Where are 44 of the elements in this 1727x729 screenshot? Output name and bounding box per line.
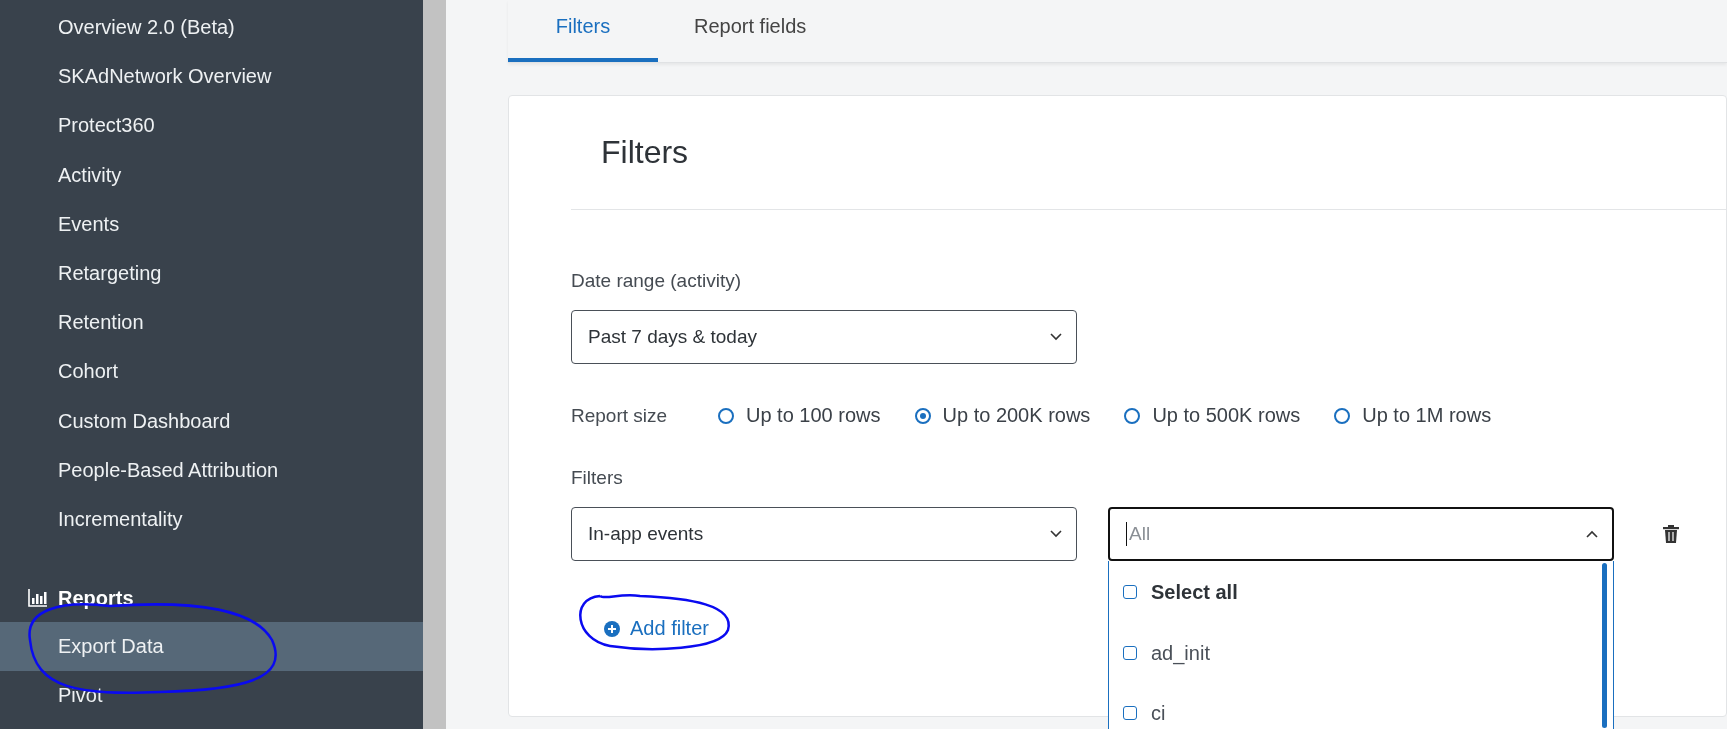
filter-type-select[interactable]: In-app events: [571, 507, 1077, 561]
radio-button[interactable]: [1124, 407, 1141, 424]
checkbox[interactable]: [1123, 646, 1137, 660]
radio-button[interactable]: [1334, 407, 1351, 424]
sidebar-item[interactable]: Retargeting: [0, 248, 423, 299]
date-range-select[interactable]: Past 7 days & today: [571, 310, 1077, 364]
card-title: Filters: [571, 96, 1726, 210]
sidebar-item[interactable]: Custom Dashboard: [0, 396, 423, 446]
radio-option[interactable]: Up to 100 rows: [718, 404, 881, 427]
sidebar-item[interactable]: People-Based Attribution: [0, 445, 423, 495]
radio-option[interactable]: Up to 200K rows: [914, 404, 1091, 427]
sidebar-item[interactable]: Activity: [0, 150, 423, 200]
radio-button[interactable]: [914, 407, 931, 424]
checkbox[interactable]: [1123, 585, 1137, 599]
sidebar-item[interactable]: Events: [0, 199, 423, 249]
trash-icon[interactable]: [1663, 525, 1679, 543]
sidebar-item[interactable]: Overview 2.0 (Beta): [0, 3, 423, 53]
filter-values-input[interactable]: All: [1127, 523, 1586, 545]
sidebar-item[interactable]: Incrementality: [0, 494, 423, 545]
field-label: Filters: [571, 467, 624, 489]
field-label: Date range (activity): [571, 270, 742, 292]
sidebar-item[interactable]: Export Data: [0, 622, 423, 672]
add-filter-link[interactable]: Add filter: [604, 617, 709, 640]
bar-chart-icon: [28, 589, 48, 608]
checkbox[interactable]: [1123, 706, 1137, 720]
sidebar-item[interactable]: SKAdNetwork Overview: [0, 52, 423, 102]
dropdown-option[interactable]: Select all: [1109, 561, 1613, 623]
sidebar-item[interactable]: Retention: [0, 298, 423, 348]
chevron-down-icon: [1050, 333, 1062, 341]
dropdown-option[interactable]: ad_init: [1109, 623, 1613, 683]
plus-circle-icon: [604, 620, 620, 637]
radio-button[interactable]: [718, 407, 734, 424]
radio-option[interactable]: Up to 500K rows: [1124, 404, 1301, 427]
tab[interactable]: Report fields: [658, 0, 843, 62]
chevron-down-icon: [1050, 530, 1062, 538]
sidebar-item[interactable]: Cohort: [0, 347, 423, 397]
field-label: Report size: [571, 404, 669, 427]
tab[interactable]: Filters: [508, 0, 658, 62]
section-heading: Reports: [58, 586, 134, 610]
radio-option[interactable]: Up to 1M rows: [1334, 404, 1492, 427]
filter-values-select[interactable]: All: [1108, 507, 1614, 561]
scrollbar-thumb[interactable]: [1602, 563, 1607, 728]
sidebar-item[interactable]: Protect360: [0, 101, 423, 151]
dropdown-option[interactable]: ci: [1109, 683, 1613, 729]
